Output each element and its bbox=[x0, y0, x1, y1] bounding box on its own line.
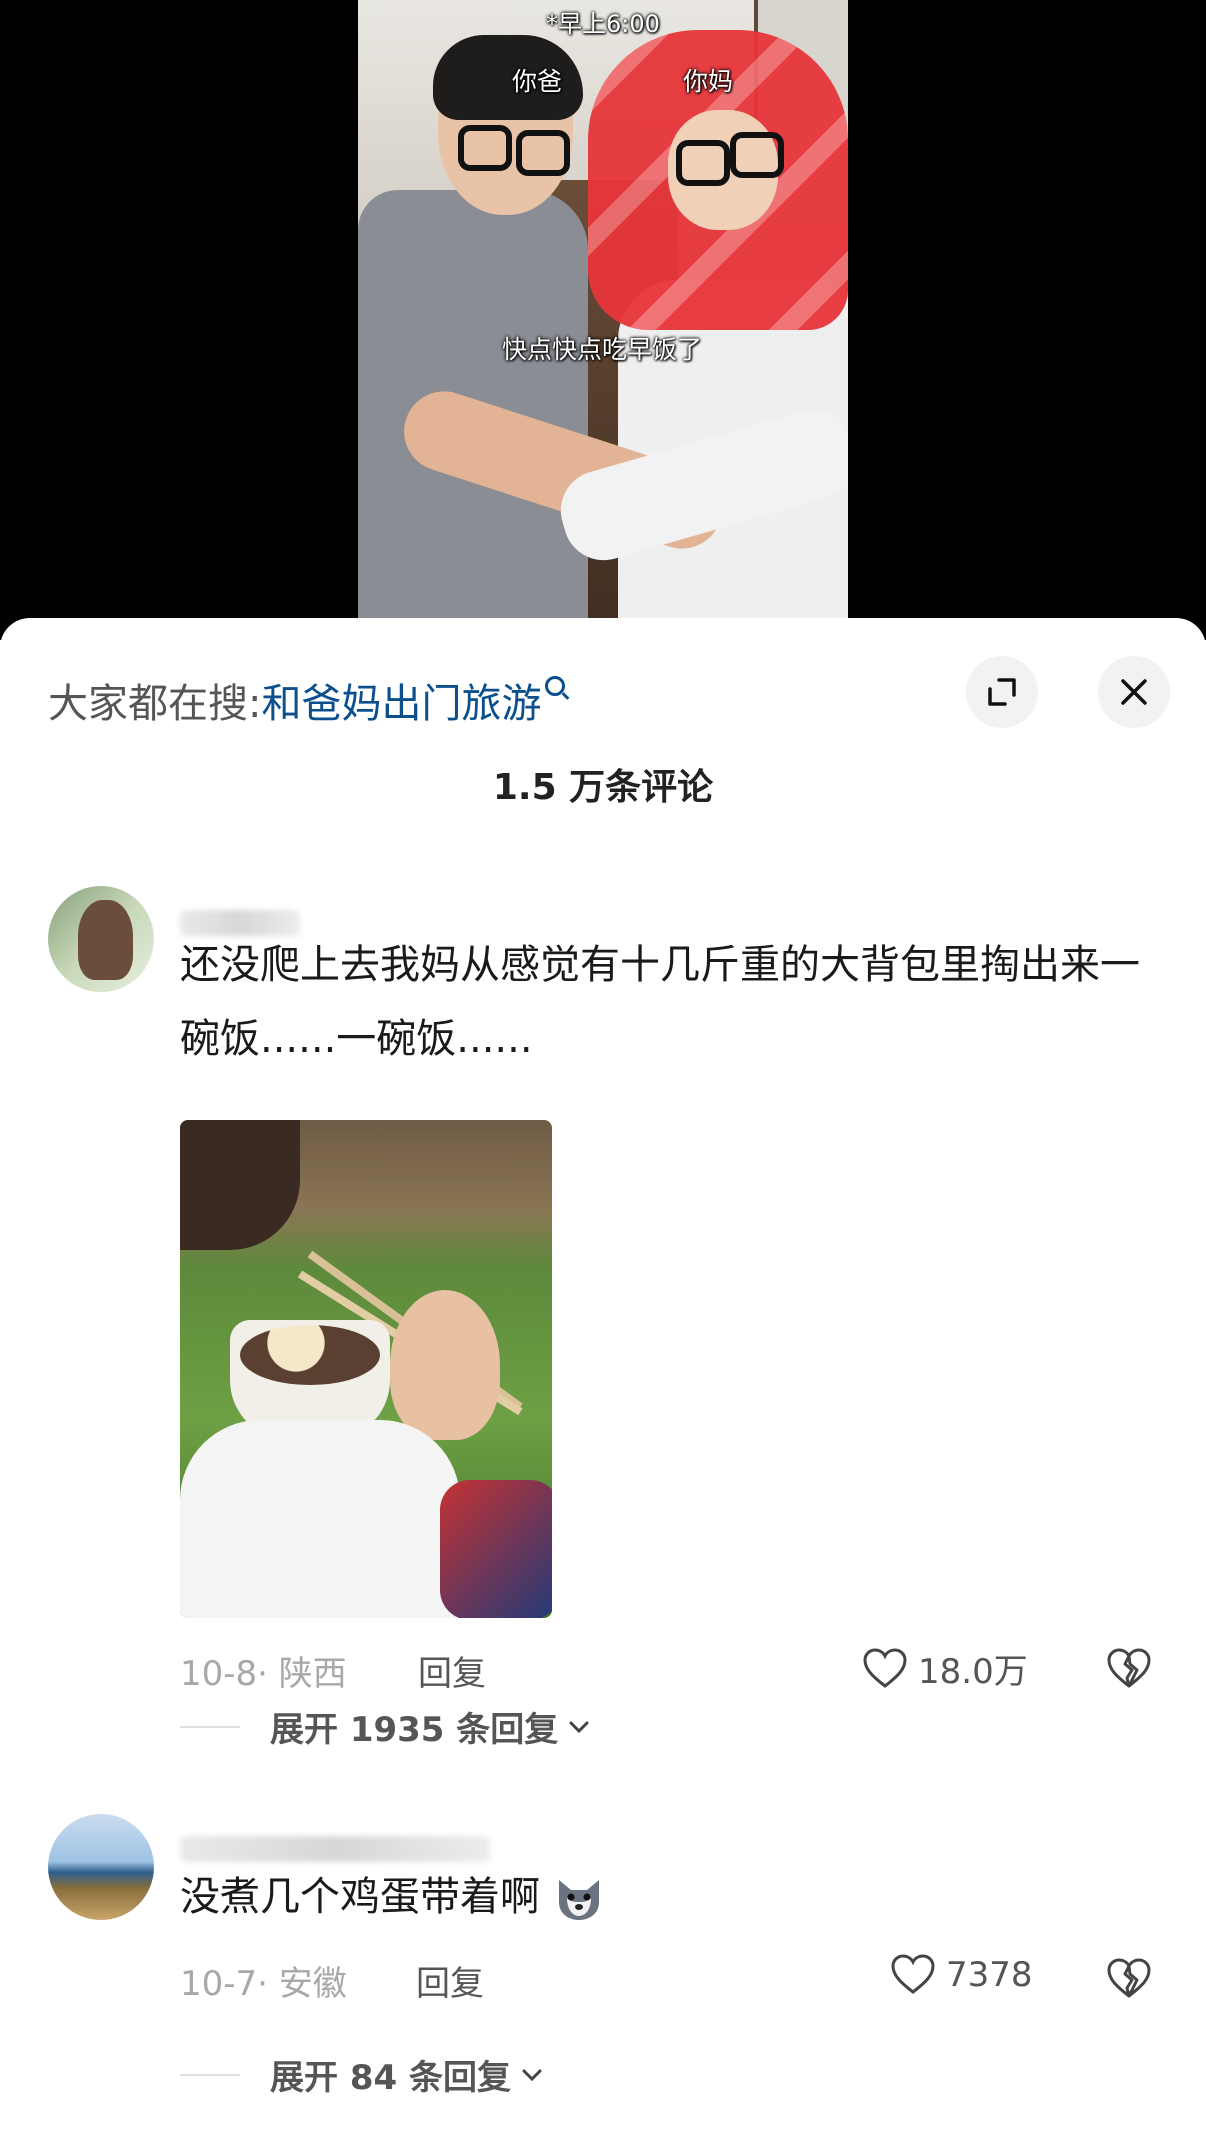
photo-hand bbox=[390, 1290, 500, 1440]
comment-location: 安徽 bbox=[278, 1964, 347, 2004]
broken-heart-icon bbox=[1107, 1648, 1151, 1688]
comment-location: 陕西 bbox=[278, 1654, 347, 1694]
meta-separator: · bbox=[257, 1964, 279, 2004]
comment-date: 10-7 bbox=[180, 1964, 258, 2004]
divider-line bbox=[180, 1725, 240, 1728]
heart-icon bbox=[891, 1954, 935, 1994]
comment-text: 还没爬上去我妈从感觉有十几斤重的大背包里掏出来一碗饭......一碗饭.....… bbox=[180, 942, 1140, 1062]
comment-item: 还没爬上去我妈从感觉有十几斤重的大背包里掏出来一碗饭......一碗饭.....… bbox=[0, 886, 1206, 1694]
video-player[interactable]: *早上6:00 你爸 你妈 快点快点吃早饭了 bbox=[0, 0, 1206, 640]
photo-hair bbox=[180, 1120, 300, 1250]
avatar[interactable] bbox=[48, 886, 154, 992]
video-time-caption: *早上6:00 bbox=[546, 10, 660, 38]
comment-meta: 10-8· 陕西 bbox=[180, 1646, 347, 1695]
video-frame bbox=[358, 0, 848, 640]
chevron-down-icon bbox=[522, 2069, 542, 2081]
photo-bag bbox=[440, 1480, 552, 1618]
comment-text: 没煮几个鸡蛋带着啊 bbox=[180, 1874, 540, 1920]
divider-line bbox=[180, 2073, 240, 2076]
comment-sheet: 大家都在搜: 和爸妈出门旅游 1.5 万条评论 还没爬上去我妈从感觉有十几斤重的… bbox=[0, 618, 1206, 2144]
comment-image[interactable] bbox=[180, 1120, 552, 1618]
like-count: 7378 bbox=[946, 1955, 1033, 1995]
video-subtitle: 快点快点吃早饭了 bbox=[502, 335, 703, 364]
comment-date: 10-8 bbox=[180, 1654, 258, 1694]
dislike-button[interactable] bbox=[1106, 1958, 1152, 2004]
dad-glasses-right bbox=[516, 130, 570, 176]
chevron-down-icon bbox=[569, 1721, 589, 1733]
username-blurred[interactable] bbox=[180, 1836, 490, 1862]
comment-text-row: 没煮几个鸡蛋带着啊 bbox=[180, 1860, 1160, 1934]
mom-glasses-right bbox=[730, 132, 784, 178]
search-suggestion-link[interactable]: 和爸妈出门旅游 bbox=[261, 671, 541, 729]
expand-replies-label: 展开 84 条回复 bbox=[270, 2058, 511, 2098]
dad-glasses-left bbox=[458, 125, 512, 171]
comment-meta: 10-7· 安徽 bbox=[180, 1956, 347, 2005]
close-button[interactable] bbox=[1098, 656, 1170, 728]
photo-sleeve bbox=[180, 1420, 460, 1618]
photo-food bbox=[240, 1325, 380, 1385]
reply-button[interactable]: 回复 bbox=[418, 1646, 486, 1695]
expand-replies-label: 展开 1935 条回复 bbox=[270, 1710, 559, 1750]
close-icon bbox=[1121, 679, 1147, 705]
comment-count: 1.5 万条评论 bbox=[492, 767, 714, 808]
video-left-label: 你爸 bbox=[512, 67, 563, 96]
search-icon[interactable] bbox=[545, 676, 566, 696]
avatar[interactable] bbox=[48, 1814, 154, 1920]
comment-item: 没煮几个鸡蛋带着啊 10-7· 安徽 回复 7378 bbox=[0, 1814, 1206, 2034]
like-count: 18.0万 bbox=[918, 1652, 1028, 1692]
wolf-emoji-icon bbox=[558, 1880, 599, 1920]
trending-search: 大家都在搜: 和爸妈出门旅游 bbox=[48, 670, 566, 730]
mom-glasses-left bbox=[676, 140, 730, 186]
expand-button[interactable] bbox=[966, 656, 1038, 728]
meta-separator: · bbox=[257, 1654, 279, 1694]
like-button[interactable]: 18.0万 bbox=[862, 1644, 1028, 1693]
dislike-button[interactable] bbox=[1106, 1648, 1152, 1694]
reply-button[interactable]: 回复 bbox=[416, 1956, 484, 2005]
expand-icon bbox=[988, 678, 1016, 706]
broken-heart-icon bbox=[1107, 1958, 1151, 1998]
like-button[interactable]: 7378 bbox=[890, 1954, 1033, 1996]
heart-icon bbox=[863, 1647, 907, 1688]
expand-replies-button[interactable]: 展开 84 条回复 bbox=[180, 2050, 545, 2099]
expand-replies-button[interactable]: 展开 1935 条回复 bbox=[180, 1702, 592, 1751]
search-label: 大家都在搜: bbox=[48, 681, 262, 727]
video-right-label: 你妈 bbox=[683, 67, 734, 96]
